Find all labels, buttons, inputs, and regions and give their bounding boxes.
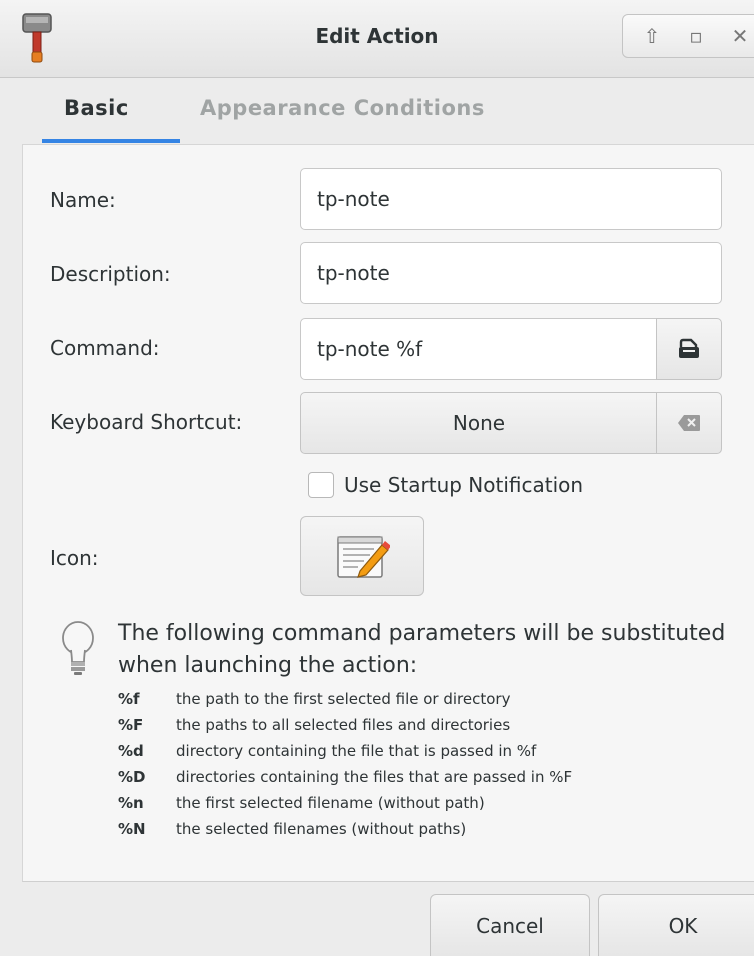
- backspace-icon: [678, 415, 700, 431]
- lightbulb-icon: [62, 621, 94, 675]
- ok-button[interactable]: OK: [598, 894, 754, 956]
- param-key: %F: [118, 716, 144, 734]
- text-editor-icon: [337, 536, 390, 578]
- param-row: %f the path to the first selected file o…: [118, 686, 572, 712]
- param-key: %f: [118, 690, 140, 708]
- param-desc: the selected filenames (without paths): [176, 820, 467, 838]
- tab-appearance-conditions[interactable]: Appearance Conditions: [200, 96, 485, 120]
- icon-chooser-button[interactable]: [300, 516, 424, 596]
- file-browse-icon: [679, 338, 699, 358]
- cancel-button[interactable]: Cancel: [430, 894, 590, 956]
- shortcut-label: Keyboard Shortcut:: [50, 410, 243, 434]
- param-row: %d directory containing the file that is…: [118, 738, 572, 764]
- command-field[interactable]: tp-note %f: [300, 318, 658, 380]
- startup-notification-toggle[interactable]: Use Startup Notification: [308, 472, 583, 498]
- icon-label: Icon:: [50, 546, 99, 570]
- tab-basic[interactable]: Basic: [64, 96, 129, 120]
- command-label: Command:: [50, 336, 160, 360]
- param-key: %D: [118, 768, 146, 786]
- startup-notification-checkbox[interactable]: [308, 472, 334, 498]
- maximize-icon[interactable]: ▫: [685, 25, 707, 47]
- parameter-list: %f the path to the first selected file o…: [118, 686, 572, 842]
- param-desc: the path to the first selected file or d…: [176, 690, 511, 708]
- titlebar: Edit Action ⇧ ▫ ✕: [0, 0, 754, 78]
- startup-notification-label: Use Startup Notification: [344, 473, 584, 497]
- description-label: Description:: [50, 262, 171, 286]
- close-icon[interactable]: ✕: [729, 25, 751, 47]
- description-field[interactable]: tp-note: [300, 242, 722, 304]
- shortcut-clear-button[interactable]: [656, 392, 722, 454]
- param-desc: directories containing the files that ar…: [176, 768, 573, 786]
- param-row: %D directories containing the files that…: [118, 764, 572, 790]
- param-desc: the first selected filename (without pat…: [176, 794, 485, 812]
- param-key: %d: [118, 742, 144, 760]
- param-key: %n: [118, 794, 144, 812]
- tab-bar: Basic Appearance Conditions: [22, 78, 754, 144]
- param-key: %N: [118, 820, 146, 838]
- param-desc: directory containing the file that is pa…: [176, 742, 537, 760]
- shade-icon[interactable]: ⇧: [641, 25, 663, 47]
- name-label: Name:: [50, 188, 116, 212]
- param-row: %N the selected filenames (without paths…: [118, 816, 572, 842]
- shortcut-button[interactable]: None: [300, 392, 658, 454]
- param-desc: the paths to all selected files and dire…: [176, 716, 511, 734]
- param-row: %n the first selected filename (without …: [118, 790, 572, 816]
- window-controls: ⇧ ▫ ✕: [622, 14, 754, 58]
- param-row: %F the paths to all selected files and d…: [118, 712, 572, 738]
- command-browse-button[interactable]: [656, 318, 722, 380]
- name-field[interactable]: tp-note: [300, 168, 722, 230]
- parameter-hint-text: The following command parameters will be…: [118, 621, 726, 678]
- active-tab-indicator: [42, 139, 180, 143]
